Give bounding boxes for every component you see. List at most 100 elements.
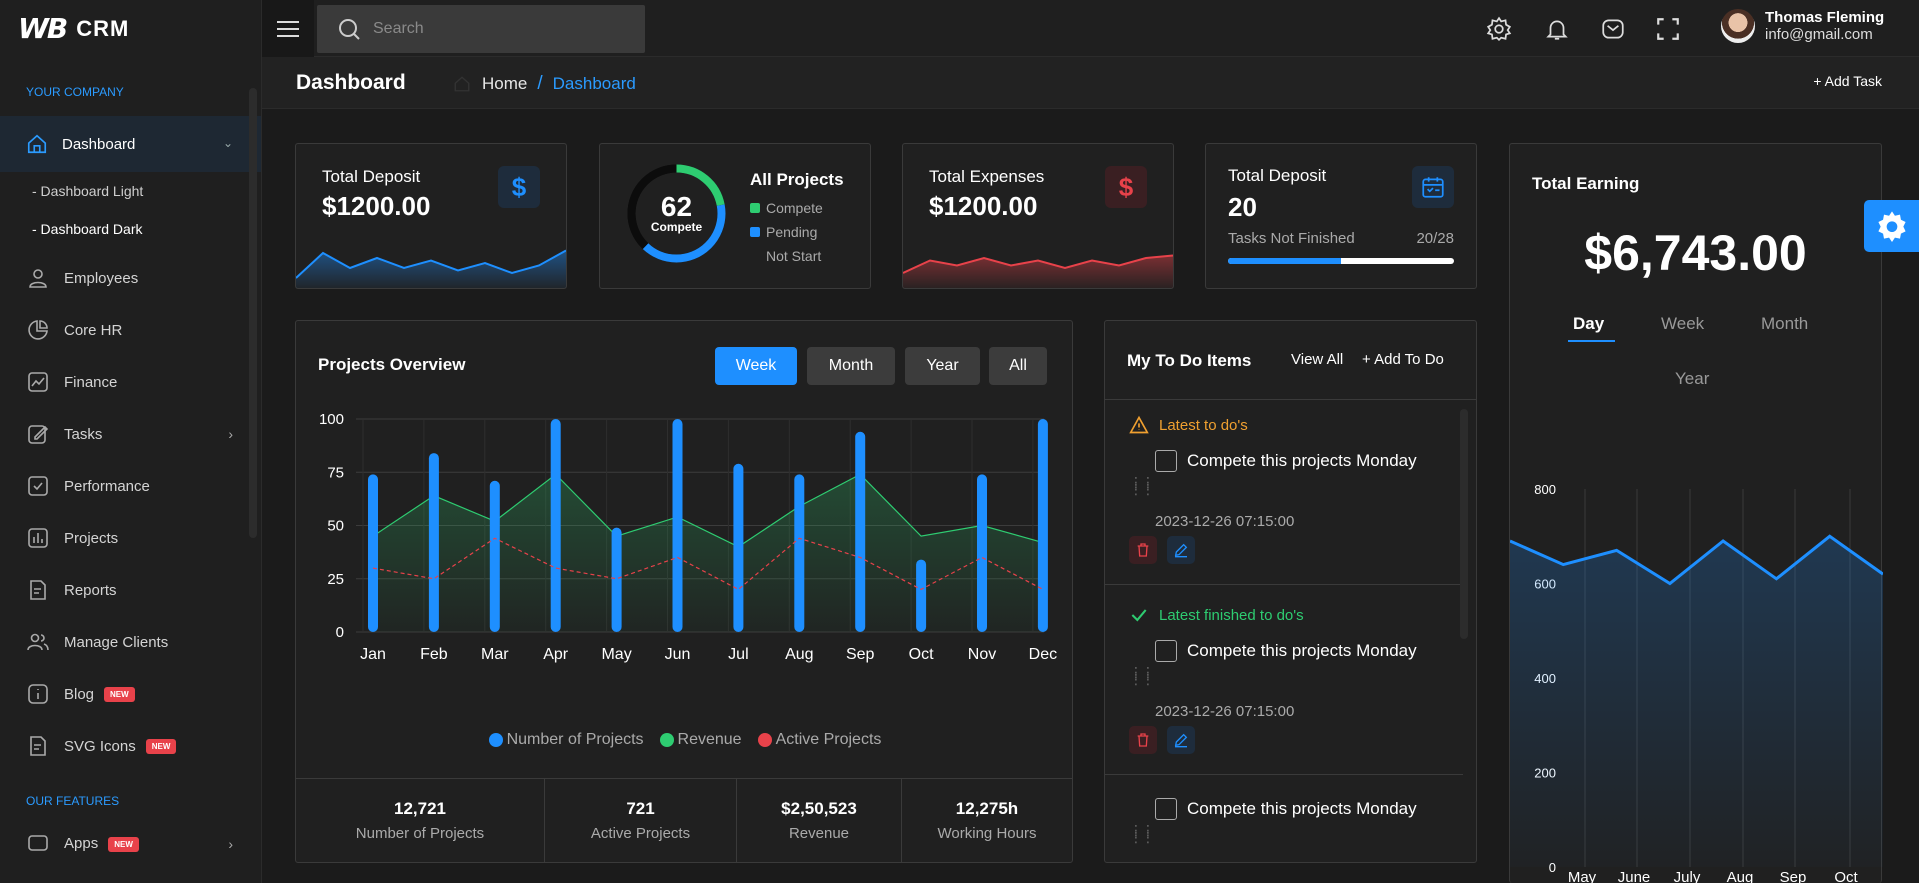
search-input[interactable] [373,20,623,38]
sidebar-item-reports[interactable]: Reports [0,564,261,616]
search-icon [339,19,360,40]
pencil-icon [1174,733,1188,748]
dollar-icon: $ [1105,166,1147,208]
expenses-sparkline [903,254,1173,288]
todo-time: 2023-12-26 07:15:00 [1155,513,1295,530]
drag-handle-icon[interactable]: ⋮⋮ ⋮⋮ [1129,823,1155,844]
sidebar-item-tasks[interactable]: Tasks › [0,408,261,460]
edit-button[interactable] [1167,536,1195,564]
edit-icon [28,425,49,444]
mail-icon[interactable] [1600,16,1626,42]
bar-nov [977,474,987,632]
legend-label: Number of Projects [506,731,644,748]
earning-tab-month[interactable]: Month [1761,314,1808,334]
y-tick-label: 25 [327,571,344,588]
sidebar-item-label: Performance [64,477,150,495]
sidebar-item-dashboard[interactable]: Dashboard ⌄ [0,116,261,172]
trash-icon [1137,543,1149,557]
sidebar-item-projects[interactable]: Projects [0,512,261,564]
legend-item[interactable]: Revenue [659,731,742,749]
x-tick-label: Dec [1029,646,1057,663]
avatar [1721,9,1755,43]
overview-footer: 12,721 Number of Projects 721 Active Proje… [296,778,1072,862]
todo-scrollbar[interactable] [1460,409,1468,639]
checkmark-icon [1131,609,1147,622]
footer-stat: 12,275h Working Hours [902,779,1072,862]
card-title: Total Expenses [929,167,1045,186]
x-tick-label: Oct [1834,869,1858,883]
settings-button[interactable] [1864,200,1919,252]
add-task-button[interactable]: + Add Task [1813,73,1882,89]
tab-all[interactable]: All [989,347,1047,385]
breadcrumb-home[interactable]: Home [482,74,527,94]
earning-tab-week[interactable]: Week [1661,314,1704,334]
legend-item[interactable]: Active Projects [757,731,881,749]
sidebar-scrollbar[interactable] [249,88,257,538]
sidebar-item-performance[interactable]: Performance [0,460,261,512]
x-tick-label: Mar [481,646,509,663]
overview-legend: Number of Projects Revenue Active Projects [296,731,1074,749]
edit-button[interactable] [1167,726,1195,754]
delete-button[interactable] [1129,726,1157,754]
legend-label: Revenue [677,731,742,748]
tab-year[interactable]: Year [905,347,980,385]
sidebar-item-employees[interactable]: Employees [0,252,261,304]
footer-stat-value: $2,50,523 [781,799,857,818]
divider [1105,584,1463,585]
tab-month[interactable]: Month [807,347,895,385]
brand[interactable]: WB CRM [0,0,261,57]
menu-button[interactable] [262,0,314,57]
bar-jul [733,463,744,632]
new-badge: NEW [145,738,177,754]
sidebar-item-finance[interactable]: Finance [0,356,261,408]
pencil-icon [1174,543,1188,558]
view-all-link[interactable]: View All [1291,351,1343,368]
todo-checkbox[interactable] [1155,798,1177,820]
deposit-sparkline [296,249,566,288]
sidebar-sub-dashboard-light[interactable]: - Dashboard Light [0,172,261,210]
search-box[interactable] [317,5,645,53]
user-menu[interactable]: Thomas Fleming info@gmail.com [1721,9,1884,43]
finished-todos-header: Latest finished to do's [1129,605,1304,625]
legend-item[interactable]: Number of Projects [488,731,644,749]
bar-chart-icon [28,528,48,548]
earning-tab-day[interactable]: Day [1573,314,1604,334]
sidebar-item-label: Finance [64,373,118,391]
earning-tab-year[interactable]: Year [1675,369,1709,389]
todo-checkbox[interactable] [1155,450,1177,472]
sidebar-sub-dashboard-dark[interactable]: - Dashboard Dark [0,210,261,248]
sidebar-item-svg-icons[interactable]: SVG Icons NEW [0,720,261,772]
bell-icon[interactable] [1544,16,1570,42]
x-tick-label: July [1674,869,1701,883]
fullscreen-icon[interactable] [1655,16,1681,42]
bar-apr [550,419,561,632]
x-tick-label: Nov [968,646,996,663]
sidebar-item-apps[interactable]: Apps NEW › [0,822,261,852]
delete-button[interactable] [1129,536,1157,564]
gear-icon[interactable] [1486,16,1512,42]
sidebar-item-core-hr[interactable]: Core HR [0,304,261,356]
donut-value: 62 [660,190,693,222]
gear-icon [1877,211,1906,242]
users-icon [27,633,49,651]
legend-swatch [750,251,760,261]
user-email: info@gmail.com [1765,26,1873,43]
todo-checkbox[interactable] [1155,640,1177,662]
earning-area [1510,536,1883,867]
legend-not-start: Not Start [750,248,821,264]
card-title: All Projects [750,170,844,189]
projects-overview-card: Projects Overview Week Month Year All 0 2… [295,320,1073,863]
sidebar-item-blog[interactable]: Blog NEW [0,668,261,720]
home-icon[interactable] [452,75,472,93]
tab-week[interactable]: Week [715,347,797,385]
topbar: Thomas Fleming info@gmail.com [262,0,1919,57]
latest-todos-header: Latest to do's [1129,415,1248,435]
add-todo-link[interactable]: + Add To Do [1362,351,1444,368]
drag-handle-icon[interactable]: ⋮⋮ ⋮⋮ [1129,665,1155,686]
page-header: Dashboard Home / Dashboard + Add Task [262,57,1919,109]
y-tick-label: 800 [1534,482,1556,497]
earning-title: Total Earning [1532,174,1640,193]
sidebar-item-manage-clients[interactable]: Manage Clients [0,616,261,668]
info-icon [28,684,48,704]
drag-handle-icon[interactable]: ⋮⋮ ⋮⋮ [1129,475,1155,496]
